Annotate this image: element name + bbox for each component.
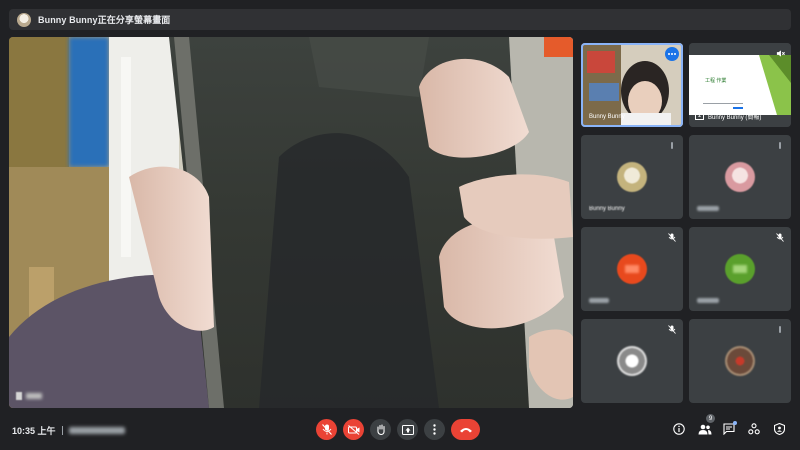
people-button[interactable]: 9 — [697, 414, 715, 437]
mic-off-icon — [321, 424, 332, 435]
main-video-name — [16, 392, 42, 400]
main-video-name-blurred — [26, 393, 42, 399]
participant-avatar — [725, 346, 755, 376]
more-horizontal-icon — [668, 53, 676, 55]
participant-tile-7[interactable] — [581, 319, 683, 403]
meeting-info-button[interactable] — [671, 421, 687, 437]
divider — [61, 426, 63, 435]
participant-avatar — [725, 162, 755, 192]
activities-button[interactable] — [746, 421, 762, 437]
participant-tile-1[interactable]: Bunny Bunny — [581, 43, 683, 127]
meeting-details: 10:35 上午 — [12, 424, 125, 437]
participant-tile-8[interactable] — [689, 319, 791, 403]
participant-tile-6[interactable] — [689, 227, 791, 311]
participant-tile-2[interactable]: 工程 作業 Bunny Bunny (簡報) — [689, 43, 791, 127]
info-icon — [673, 423, 685, 435]
participant-avatar — [617, 162, 647, 192]
camera-off-icon — [347, 424, 359, 435]
muted-speaker-icon — [775, 48, 785, 58]
participant-name: Bunny Bunny (簡報) — [708, 115, 762, 121]
present-now-button[interactable] — [397, 419, 418, 440]
audio-level-icon — [667, 140, 677, 150]
presenter-avatar — [17, 12, 31, 27]
raise-hand-icon — [376, 424, 385, 435]
participant-name: Bunny Bunny — [589, 206, 625, 212]
present-now-icon — [401, 424, 414, 435]
host-controls-button[interactable] — [771, 421, 787, 437]
main-shared-screen[interactable] — [9, 37, 573, 408]
end-call-button[interactable] — [451, 419, 480, 440]
participant-avatar — [617, 346, 647, 376]
host-controls-icon — [773, 423, 785, 435]
camera-toggle-button[interactable] — [343, 419, 364, 440]
participant-name-blurred — [697, 298, 719, 303]
participant-avatar — [617, 254, 647, 284]
meeting-code-blurred — [68, 427, 125, 434]
mic-off-icon — [667, 232, 677, 242]
pin-icon — [16, 392, 22, 400]
participant-name: Bunny Bunny — [589, 114, 625, 120]
participant-tile-5[interactable] — [581, 227, 683, 311]
shared-screen-image — [9, 37, 573, 408]
clock-time: 10:35 上午 — [12, 426, 56, 436]
participant-name-blurred — [697, 206, 719, 211]
unread-indicator — [733, 421, 737, 425]
more-options-button[interactable] — [424, 419, 445, 440]
participant-tile-3[interactable]: Bunny Bunny — [581, 135, 683, 219]
people-icon — [698, 424, 712, 434]
presenting-banner: Bunny Bunny正在分享螢幕畫面 — [9, 9, 791, 30]
participant-tile-4[interactable] — [689, 135, 791, 219]
participant-count-badge: 9 — [706, 414, 715, 423]
present-screen-icon — [695, 113, 704, 120]
chat-button[interactable] — [721, 421, 737, 437]
mic-off-icon — [667, 324, 677, 334]
raise-hand-button[interactable] — [370, 419, 391, 440]
participant-avatar — [725, 254, 755, 284]
mic-toggle-button[interactable] — [316, 419, 337, 440]
audio-level-icon — [775, 324, 785, 334]
participant-name-blurred — [589, 298, 609, 303]
presentation-label: Bunny Bunny (簡報) — [695, 112, 761, 121]
more-vertical-icon — [433, 424, 436, 435]
end-call-icon — [459, 428, 472, 433]
audio-level-icon — [775, 140, 785, 150]
mic-off-icon — [775, 232, 785, 242]
presentation-slide-text: 工程 作業 — [705, 78, 727, 84]
presenting-banner-text: Bunny Bunny正在分享螢幕畫面 — [38, 15, 171, 25]
activities-icon — [748, 423, 760, 435]
more-options-button[interactable] — [665, 47, 679, 61]
